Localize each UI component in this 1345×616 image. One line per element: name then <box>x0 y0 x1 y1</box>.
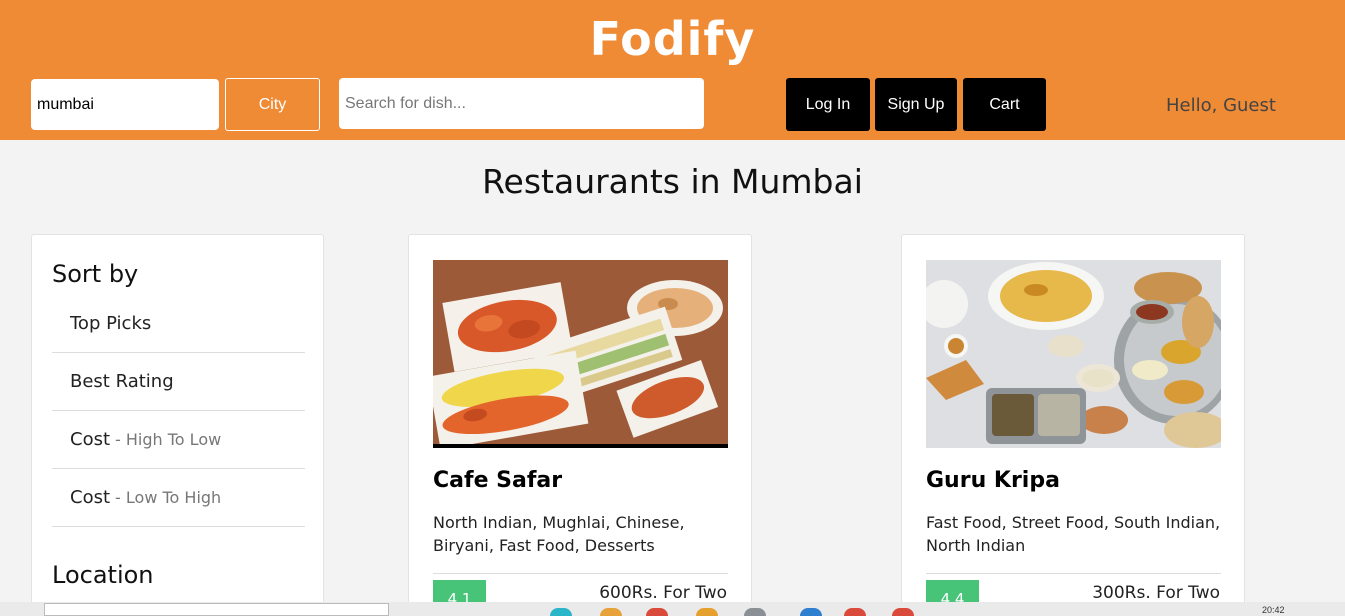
restaurant-name[interactable]: Guru Kripa <box>926 468 1060 493</box>
sort-options-list: Top Picks Best Rating Cost - High To Low… <box>52 295 305 527</box>
sort-option-top-picks[interactable]: Top Picks <box>52 295 305 353</box>
page-title: Restaurants in Mumbai <box>482 162 863 201</box>
taskbar-app-icon[interactable] <box>800 608 822 616</box>
cart-button[interactable]: Cart <box>963 78 1046 131</box>
taskbar-app-icon[interactable] <box>600 608 622 616</box>
card-divider <box>926 573 1221 574</box>
taskbar-app-icon[interactable] <box>646 608 668 616</box>
dish-search-input[interactable] <box>339 78 704 129</box>
sort-option-best-rating[interactable]: Best Rating <box>52 353 305 411</box>
taskbar-app-icon[interactable] <box>550 608 572 616</box>
restaurant-name[interactable]: Cafe Safar <box>433 468 562 493</box>
restaurant-card[interactable]: Cafe Safar North Indian, Mughlai, Chines… <box>408 234 752 616</box>
taskbar-search-box[interactable] <box>44 603 389 616</box>
sort-option-label: Top Picks <box>70 313 152 334</box>
restaurant-cuisines: North Indian, Mughlai, Chinese, Biryani,… <box>433 513 685 555</box>
card-divider <box>433 573 728 574</box>
taskbar-app-icon[interactable] <box>844 608 866 616</box>
city-input[interactable] <box>31 79 219 130</box>
sort-option-label: Cost <box>70 487 111 508</box>
cost-for-two: 300Rs. For Two <box>1092 583 1220 603</box>
sort-option-cost-high-to-low[interactable]: Cost - High To Low <box>52 411 305 469</box>
taskbar-app-icon[interactable] <box>696 608 718 616</box>
restaurant-image[interactable] <box>433 260 728 448</box>
restaurant-card[interactable]: Guru Kripa Fast Food, Street Food, South… <box>901 234 1245 616</box>
sort-option-sublabel: - High To Low <box>115 430 222 449</box>
city-button[interactable]: City <box>225 78 320 131</box>
sort-option-label: Cost <box>70 429 111 450</box>
sort-option-cost-low-to-high[interactable]: Cost - Low To High <box>52 469 305 527</box>
restaurant-image[interactable] <box>926 260 1221 448</box>
filter-sidebar: Sort by Top Picks Best Rating Cost - Hig… <box>31 234 324 616</box>
sort-heading: Sort by <box>52 260 139 288</box>
taskbar-clock: 20:42 <box>1262 605 1285 615</box>
signup-button[interactable]: Sign Up <box>875 78 957 131</box>
sort-option-sublabel: - Low To High <box>115 488 222 507</box>
location-heading: Location <box>52 561 154 589</box>
sort-option-label: Best Rating <box>70 371 174 392</box>
cost-for-two: 600Rs. For Two <box>599 583 727 603</box>
login-button[interactable]: Log In <box>786 78 870 131</box>
taskbar-app-icon[interactable] <box>892 608 914 616</box>
header-bar: Fodify City Log In Sign Up Cart Hello, G… <box>0 0 1345 140</box>
taskbar-app-icon[interactable] <box>744 608 766 616</box>
user-greeting: Hello, Guest <box>1166 95 1276 116</box>
logo[interactable]: Fodify <box>0 12 1345 66</box>
restaurant-cuisines: Fast Food, Street Food, South Indian, No… <box>926 513 1221 555</box>
